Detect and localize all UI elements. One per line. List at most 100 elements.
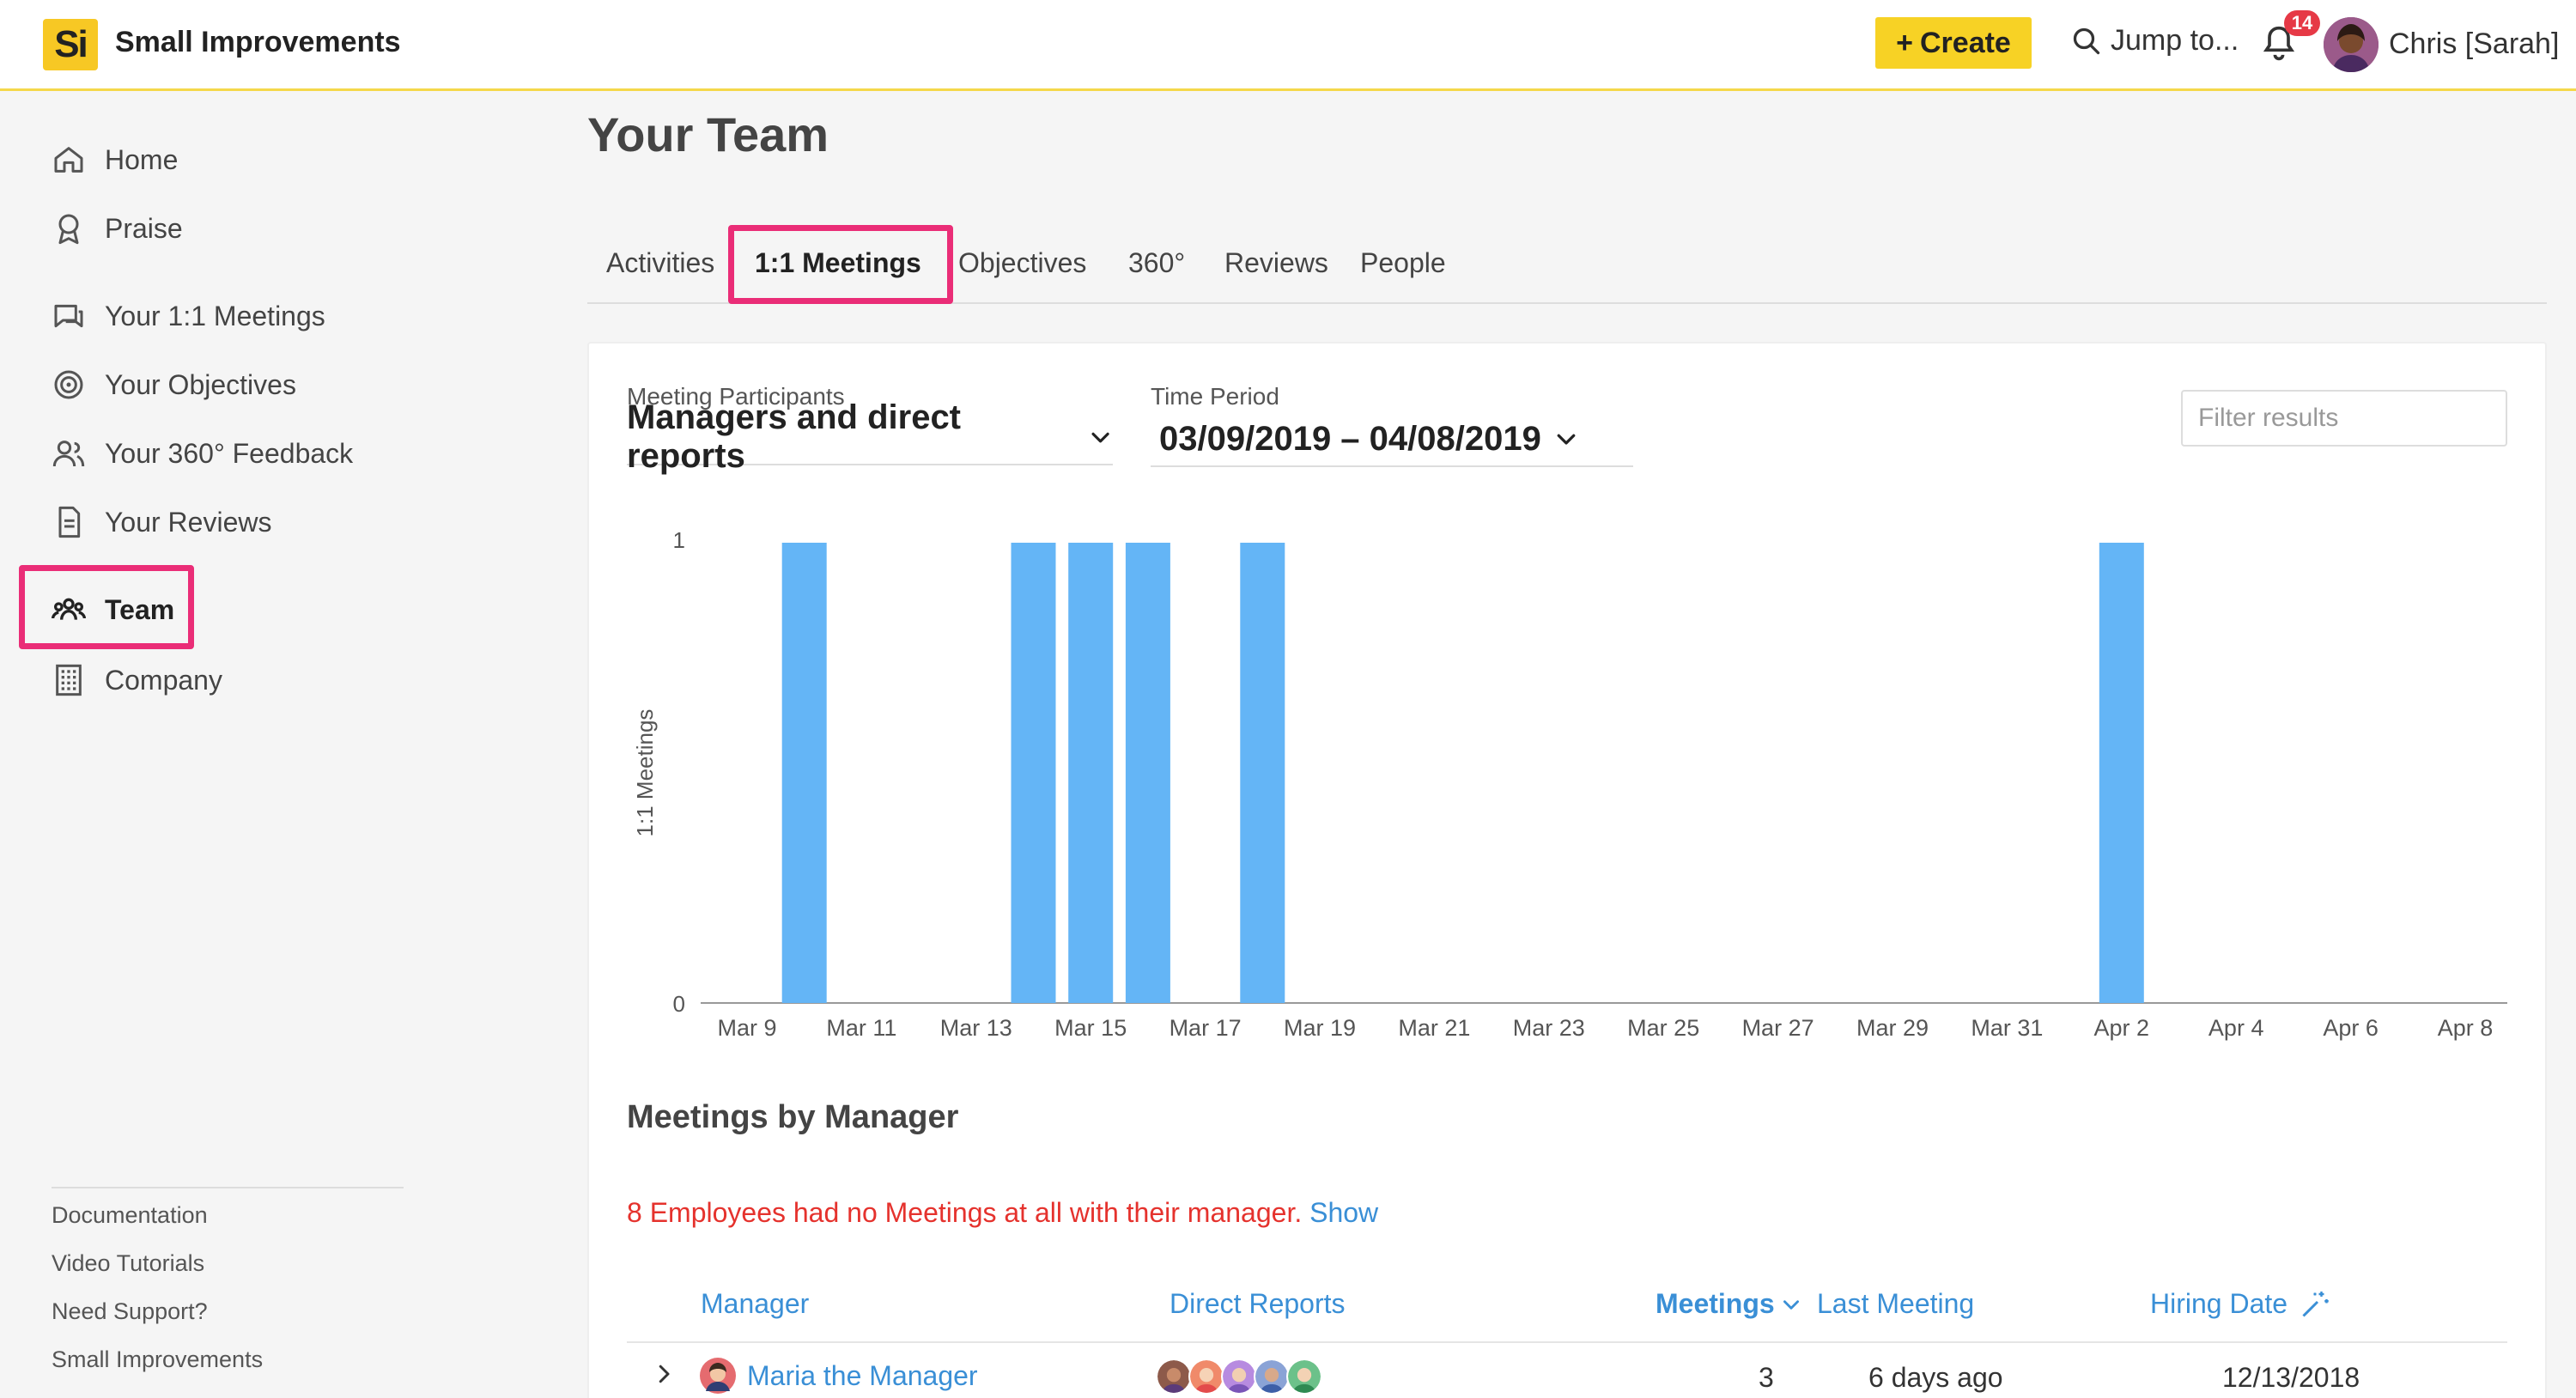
search-icon — [2073, 27, 2100, 54]
x-tick-label: Mar 25 — [1627, 1015, 1699, 1041]
sidebar-item-praise[interactable]: Praise — [52, 211, 183, 246]
x-tick-label: Mar 19 — [1284, 1015, 1356, 1041]
chart-bar[interactable] — [781, 543, 827, 1003]
tab-360[interactable]: 360° — [1128, 247, 1185, 279]
tab-activities[interactable]: Activities — [606, 247, 714, 279]
x-tick-label: Mar 9 — [717, 1015, 776, 1041]
column-header-hiring-date-label: Hiring Date — [2150, 1288, 2288, 1319]
chart-bar[interactable] — [2099, 543, 2144, 1003]
no-meetings-notice: 8 Employees had no Meetings at all with … — [627, 1197, 1378, 1229]
table-header-divider — [627, 1341, 2507, 1343]
x-tick-label: Mar 29 — [1856, 1015, 1929, 1041]
tab-people[interactable]: People — [1360, 247, 1446, 279]
column-header-direct-reports[interactable]: Direct Reports — [1170, 1288, 1346, 1320]
chevron-right-icon — [659, 1365, 670, 1383]
sidebar-item-label: Home — [105, 143, 179, 175]
x-tick-label: Mar 11 — [826, 1015, 896, 1041]
x-tick-label: Mar 21 — [1398, 1015, 1470, 1041]
home-icon — [54, 147, 83, 173]
user-avatar[interactable] — [2324, 17, 2379, 72]
x-tick-label: Apr 4 — [2208, 1015, 2264, 1041]
sidebar-item-company[interactable]: Company — [52, 663, 222, 697]
company-site-link[interactable]: Small Improvements — [52, 1346, 263, 1373]
period-select[interactable]: 03/09/2019 – 04/08/2019 — [1151, 412, 1633, 467]
team-icon — [52, 598, 86, 620]
document-icon — [58, 506, 81, 538]
y-tick-label: 1 — [673, 527, 685, 553]
tab-highlight-box — [728, 225, 953, 304]
support-link[interactable]: Need Support? — [52, 1298, 208, 1325]
direct-report-avatar[interactable] — [1221, 1358, 1257, 1395]
app-name[interactable]: Small Improvements — [115, 26, 401, 59]
table-row[interactable]: Maria the Manager — [699, 1357, 978, 1395]
x-tick-label: Mar 17 — [1170, 1015, 1242, 1041]
column-header-meetings-label: Meetings — [1656, 1288, 1775, 1319]
target-icon — [54, 370, 83, 399]
sidebar-item-one-on-one[interactable]: Your 1:1 Meetings — [52, 299, 325, 333]
show-link[interactable]: Show — [1309, 1197, 1378, 1228]
magic-wand-icon — [2302, 1291, 2329, 1317]
y-tick-label: 0 — [673, 991, 685, 1017]
x-tick-label: Apr 6 — [2323, 1015, 2379, 1041]
chart-bar[interactable] — [1125, 543, 1170, 1003]
chevron-down-icon — [1557, 434, 1576, 445]
column-header-manager[interactable]: Manager — [701, 1288, 809, 1320]
people-icon — [52, 441, 85, 467]
award-icon — [58, 214, 79, 245]
chat-icon — [54, 304, 83, 328]
chevron-down-icon — [1091, 432, 1109, 443]
direct-report-avatar[interactable] — [1188, 1358, 1224, 1395]
meetings-count: 3 — [1759, 1362, 1774, 1393]
sidebar-item-360-feedback[interactable]: Your 360° Feedback — [52, 436, 353, 471]
tab-reviews[interactable]: Reviews — [1224, 247, 1328, 279]
sidebar-item-home[interactable]: Home — [52, 143, 178, 177]
jump-to-label: Jump to... — [2111, 24, 2239, 57]
column-header-hiring-date[interactable]: Hiring Date — [2150, 1288, 2330, 1320]
create-button[interactable]: + Create — [1875, 17, 2032, 69]
manager-name-link[interactable]: Maria the Manager — [747, 1360, 978, 1392]
sort-desc-icon — [1783, 1299, 1799, 1310]
plus-icon: + — [1896, 26, 1913, 59]
chart-bar[interactable] — [1068, 543, 1114, 1003]
jump-to-search[interactable]: Jump to... — [2071, 24, 2239, 58]
x-tick-label: Mar 23 — [1513, 1015, 1585, 1041]
y-axis-label: 1:1 Meetings — [632, 709, 658, 837]
building-icon — [56, 664, 82, 696]
documentation-link[interactable]: Documentation — [52, 1202, 208, 1229]
page-title: Your Team — [587, 107, 829, 161]
period-value: 03/09/2019 – 04/08/2019 — [1159, 419, 1541, 458]
app-logo[interactable]: Si — [43, 19, 98, 70]
last-meeting-value: 6 days ago — [1868, 1362, 2003, 1393]
sidebar-item-objectives[interactable]: Your Objectives — [52, 368, 296, 402]
sidebar-item-reviews[interactable]: Your Reviews — [52, 505, 271, 539]
video-tutorials-link[interactable]: Video Tutorials — [52, 1250, 204, 1277]
participants-value: Managers and direct reports — [627, 398, 962, 475]
expand-row-toggle[interactable] — [651, 1358, 677, 1396]
sidebar-item-label: Team — [105, 593, 175, 625]
manager-avatar — [700, 1358, 736, 1394]
top-bar: Si Small Improvements + Create Jump to..… — [0, 0, 2576, 91]
user-name[interactable]: Chris [Sarah] — [2389, 27, 2559, 61]
sidebar-item-label: Praise — [105, 212, 183, 244]
chart-bar[interactable] — [1240, 543, 1285, 1003]
x-tick-label: Mar 15 — [1054, 1015, 1127, 1041]
x-tick-label: Apr 2 — [2094, 1015, 2150, 1041]
x-tick-label: Mar 31 — [1971, 1015, 2043, 1041]
direct-report-avatar[interactable] — [1286, 1358, 1322, 1395]
direct-report-avatar[interactable] — [1156, 1358, 1192, 1395]
meetings-bar-chart: 1:1 Meetings 1 0 Mar 9 Mar 11 Mar 13 Mar 15… — [632, 527, 2507, 1041]
filter-results-input[interactable] — [2181, 390, 2507, 447]
sidebar-item-team[interactable]: Team — [52, 593, 174, 627]
no-meetings-text: 8 Employees had no Meetings at all with … — [627, 1197, 1303, 1228]
column-header-meetings[interactable]: Meetings — [1656, 1288, 1802, 1320]
create-label: Create — [1920, 26, 2011, 59]
sidebar-item-label: Your 1:1 Meetings — [105, 300, 325, 331]
direct-report-avatar[interactable] — [1254, 1358, 1290, 1395]
participants-select[interactable]: Managers and direct reports — [627, 398, 1113, 475]
column-header-last-meeting[interactable]: Last Meeting — [1817, 1288, 1974, 1320]
x-tick-label: Apr 8 — [2438, 1015, 2494, 1041]
chart-bar[interactable] — [1011, 543, 1056, 1003]
tab-objectives[interactable]: Objectives — [958, 247, 1086, 279]
section-title: Meetings by Manager — [627, 1099, 959, 1135]
sidebar-item-label: Your Objectives — [105, 368, 296, 400]
